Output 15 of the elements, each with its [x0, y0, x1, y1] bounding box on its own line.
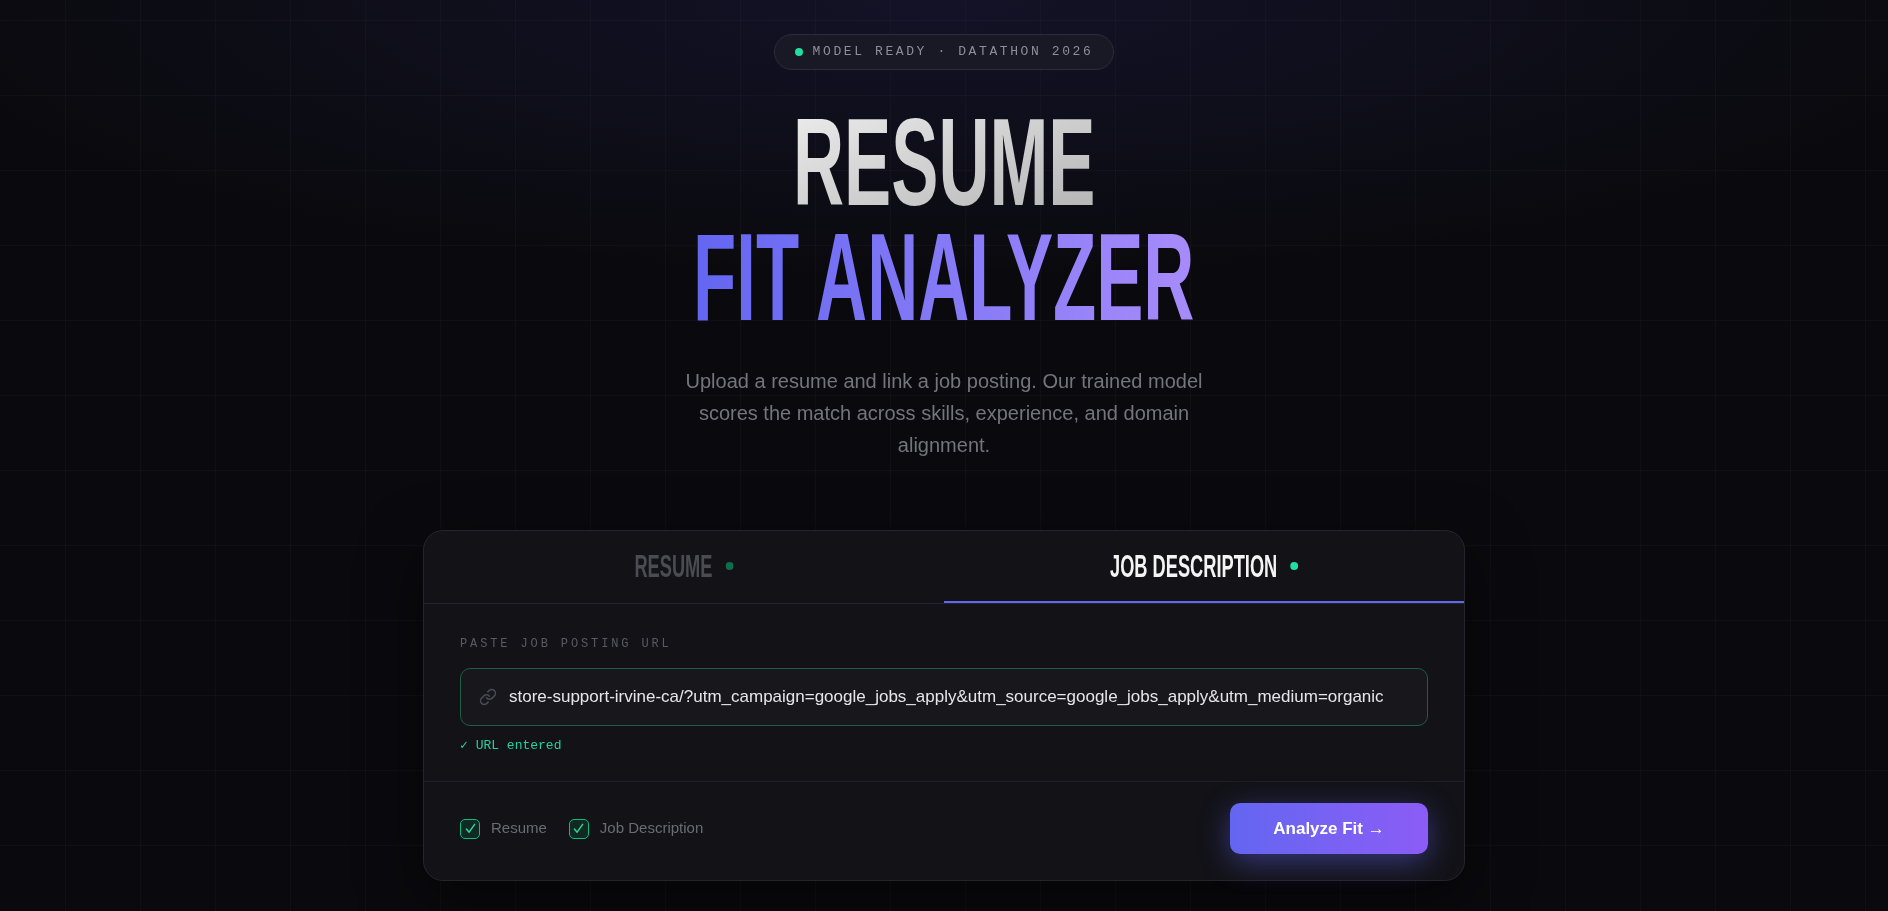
status-dot-icon	[794, 48, 803, 56]
check-icon	[464, 823, 476, 834]
checkbox-label: Resume	[491, 818, 547, 839]
checkbox[interactable]	[568, 818, 589, 839]
link-icon	[479, 688, 497, 706]
tab[interactable]: JOB DESCRIPTION	[944, 531, 1464, 603]
analyze-button[interactable]: Analyze Fit →	[1230, 803, 1428, 854]
checkbox[interactable]	[460, 818, 480, 839]
field-label: PASTE JOB POSTING URL	[460, 637, 673, 651]
checkbox-label: Job Description	[599, 818, 704, 839]
check-icon	[573, 823, 585, 834]
url-field[interactable]: store-support-irvine-ca/?utm_campaign=google_jobs_apply&utm_source=google_jobs_apply&utm_medium=organic	[460, 668, 1428, 726]
subtitle: Upload a resume and link a job posting. Our trained model scores the match across skills, experience, and domain alignment.	[684, 369, 1204, 458]
url-status: ✓ URL entered	[460, 738, 563, 754]
badge-text: MODEL READY · DATATHON 2026	[812, 43, 1094, 62]
